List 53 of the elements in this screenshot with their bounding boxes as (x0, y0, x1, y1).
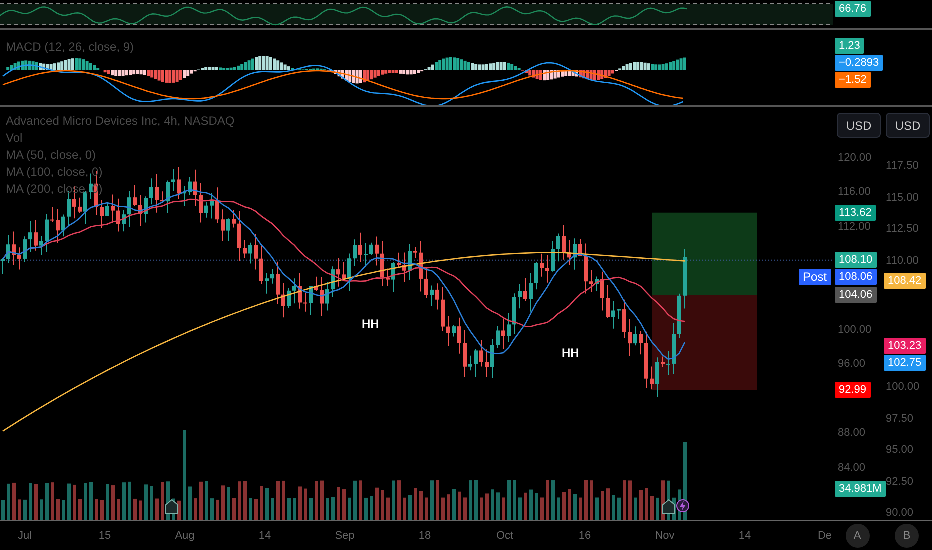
time-label: Aug (175, 530, 195, 542)
price-tick: 92.50 (886, 474, 914, 489)
time-label: De (818, 530, 832, 542)
price-tick: 100.00 (886, 380, 920, 394)
indicator-legend: MA (50, close, 0) (6, 147, 235, 164)
scale-button[interactable]: B (895, 524, 919, 548)
macd-value-badge: −1.52 (835, 72, 871, 88)
price-tick: 96.00 (838, 357, 866, 372)
lightning-icon (676, 499, 690, 513)
price-badge: 103.23 (884, 338, 926, 354)
pattern-label: HH (362, 317, 380, 331)
price-badge: 108.10 (835, 252, 877, 268)
price-badge: 92.99 (835, 382, 871, 398)
price-tick: 84.00 (838, 460, 866, 475)
indicator-legend: MA (100, close, 0) (6, 164, 235, 181)
price-tick: 110.00 (886, 254, 919, 268)
currency-button[interactable]: USD (837, 113, 881, 138)
price-badge: 104.06 (835, 287, 877, 304)
price-tick: 112.00 (838, 220, 871, 234)
indicator-legend: Advanced Micro Devices Inc, 4h, NASDAQ (6, 113, 235, 130)
time-label: Jul (18, 530, 32, 542)
price-badge: 102.75 (884, 355, 926, 372)
price-tick: 112.50 (886, 222, 919, 236)
price-tick: 117.50 (886, 158, 919, 173)
time-label: Nov (655, 530, 675, 542)
rsi-value-badge: 66.76 (835, 1, 871, 17)
scale-button[interactable]: A (846, 524, 870, 548)
macd-value-badge: −0.2893 (835, 55, 884, 71)
post-market-label: Post (798, 269, 831, 286)
price-tick: 90.00 (886, 506, 914, 520)
currency-button[interactable]: USD (886, 113, 930, 138)
time-label: 14 (258, 530, 272, 542)
volume-badge: 34.981M (835, 481, 886, 497)
indicator-legend: Vol (6, 130, 235, 147)
time-label: Sep (335, 530, 355, 542)
price-badge: 108.06 (835, 269, 877, 286)
time-label: 14 (738, 530, 752, 542)
price-tick: 88.00 (838, 426, 866, 440)
pattern-label: HH (562, 346, 580, 360)
macd-value-badge: 1.23 (835, 38, 864, 54)
time-label: 15 (98, 530, 112, 542)
price-tick: 95.00 (886, 443, 914, 458)
price-tick: 115.00 (886, 190, 919, 205)
price-badge: 108.42 (884, 272, 926, 289)
time-label: Oct (496, 530, 514, 542)
price-tick: 116.00 (838, 185, 871, 200)
price-tick: 100.00 (838, 323, 872, 337)
macd-legend: MACD (12, 26, close, 9) (6, 39, 134, 56)
price-tick: 120.00 (838, 151, 872, 165)
time-label: 18 (418, 530, 432, 542)
price-tick: 97.50 (886, 412, 914, 426)
price-badge: 113.62 (835, 204, 876, 221)
time-label: 16 (578, 530, 592, 542)
